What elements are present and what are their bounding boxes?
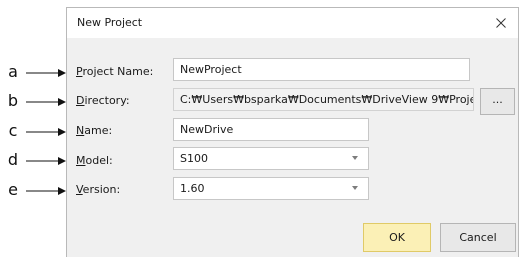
model-label: Model:: [76, 154, 113, 167]
version-select[interactable]: 1.60: [173, 177, 369, 200]
callout-e: e: [8, 180, 18, 199]
model-label-text: odel:: [85, 154, 113, 167]
directory-label-text: irectory:: [84, 94, 130, 107]
callout-arrow-d: [26, 157, 66, 165]
model-select[interactable]: S100: [173, 147, 369, 170]
callout-b: b: [7, 91, 19, 110]
callout-arrow-a: [26, 69, 66, 77]
name-label: Name:: [76, 124, 112, 137]
version-label-mnemonic: V: [76, 183, 83, 196]
directory-label: Directory:: [76, 94, 130, 107]
name-label-mnemonic: N: [76, 124, 85, 137]
version-label: Version:: [76, 183, 120, 196]
callout-d: d: [7, 150, 19, 169]
dialog-title: New Project: [77, 16, 143, 29]
callout-c: c: [8, 121, 18, 140]
new-project-dialog: New Project Project Name: NewProject Dir…: [66, 7, 519, 257]
directory-field[interactable]: C:₩Users₩bsparka₩Documents₩DriveView 9₩P…: [173, 88, 474, 111]
callout-arrow-e: [26, 187, 66, 195]
ok-button[interactable]: OK: [363, 223, 431, 252]
close-button[interactable]: [484, 8, 518, 38]
callout-arrow-b: [26, 98, 66, 106]
name-input[interactable]: NewDrive: [173, 118, 369, 141]
model-label-mnemonic: M: [76, 154, 86, 167]
version-select-value: 1.60: [180, 182, 205, 195]
project-name-label-text: roject Name:: [82, 65, 154, 78]
callout-a: a: [8, 62, 18, 81]
cancel-button[interactable]: Cancel: [440, 223, 516, 252]
name-label-text: ame:: [84, 124, 113, 137]
project-name-label: Project Name:: [76, 65, 153, 78]
figure-stage: a b c d e New Project Project Name: NewP…: [0, 0, 521, 257]
browse-directory-button[interactable]: ...: [480, 88, 515, 115]
project-name-input[interactable]: NewProject: [173, 58, 470, 81]
close-icon: [496, 18, 506, 28]
chevron-down-icon: [352, 156, 358, 160]
version-label-text: ersion:: [82, 183, 121, 196]
model-select-value: S100: [180, 152, 208, 165]
callout-arrow-c: [26, 128, 66, 136]
dialog-titlebar: New Project: [67, 8, 518, 38]
chevron-down-icon: [352, 186, 358, 190]
